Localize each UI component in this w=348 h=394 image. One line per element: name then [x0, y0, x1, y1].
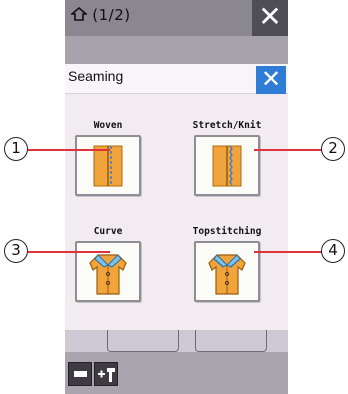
- dialog-body: Woven Stretch/Knit Curve Topstitching: [65, 95, 288, 330]
- callout-3: 3: [4, 239, 28, 263]
- curve-label: Curve: [93, 226, 123, 237]
- top-bar: (1/2) ✕: [65, 0, 288, 36]
- callout-leader-1: [28, 149, 110, 151]
- dialog-title: Seaming: [68, 68, 124, 84]
- seaming-dialog: Seaming ✕ Woven Stretch/Knit Curve Topst…: [65, 64, 288, 330]
- topstitching-label: Topstitching: [192, 226, 262, 237]
- header-band: [65, 36, 288, 64]
- close-button[interactable]: ✕: [252, 0, 288, 36]
- background-button: [107, 330, 179, 352]
- sewing-mode-button[interactable]: [68, 362, 92, 386]
- needle-plus-icon: [98, 368, 115, 382]
- stretch-seam-icon: [212, 145, 242, 187]
- page-count: (1/2): [92, 6, 131, 24]
- stretch-knit-label: Stretch/Knit: [192, 120, 262, 131]
- presser-foot-icon: [74, 371, 87, 377]
- callout-1: 1: [4, 137, 28, 161]
- woven-seam-icon: [93, 145, 123, 187]
- callout-leader-4: [254, 251, 322, 253]
- callout-leader-2: [254, 149, 322, 151]
- callout-leader-3: [28, 251, 110, 253]
- dialog-header: Seaming ✕: [65, 64, 288, 94]
- bottom-toolbar: [65, 352, 288, 394]
- topstitching-button[interactable]: [194, 241, 260, 302]
- dialog-close-button[interactable]: ✕: [256, 66, 286, 94]
- callout-4: 4: [321, 239, 345, 263]
- stretch-knit-button[interactable]: [194, 135, 260, 196]
- topstitch-shirt-icon: [208, 254, 246, 295]
- background-button: [195, 330, 267, 352]
- add-stitch-button[interactable]: [94, 362, 118, 386]
- callout-2: 2: [321, 137, 345, 161]
- home-icon[interactable]: [69, 6, 89, 26]
- woven-button[interactable]: [75, 135, 141, 196]
- page-indicator: (1/2): [69, 6, 131, 26]
- woven-label: Woven: [93, 120, 123, 131]
